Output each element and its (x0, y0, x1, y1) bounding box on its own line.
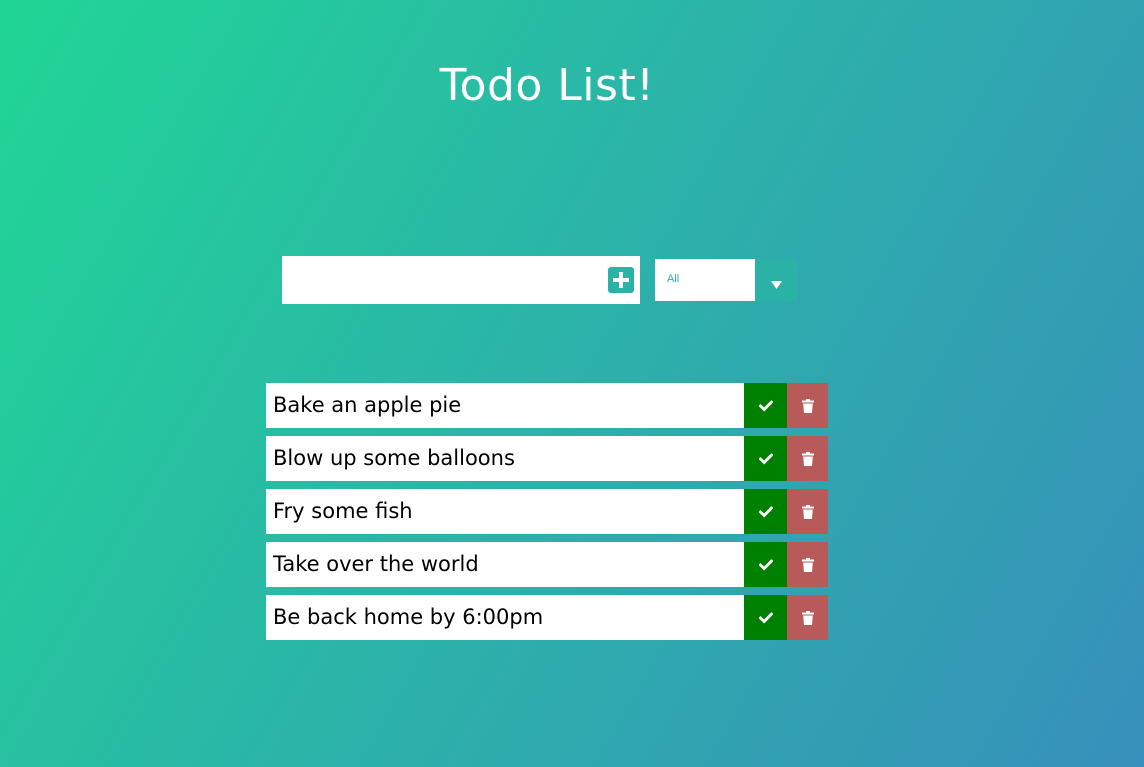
todo-item: Be back home by 6:00pm (266, 595, 828, 640)
delete-button[interactable] (787, 542, 828, 587)
filter-select[interactable]: All (655, 259, 798, 301)
todo-input[interactable] (282, 256, 592, 304)
delete-button[interactable] (787, 383, 828, 428)
todo-item: Blow up some balloons (266, 436, 828, 481)
todo-item: Bake an apple pie (266, 383, 828, 428)
complete-button[interactable] (744, 489, 787, 534)
todo-item: Fry some fish (266, 489, 828, 534)
check-icon (758, 453, 773, 464)
trash-icon (801, 451, 814, 466)
todo-text: Bake an apple pie (273, 393, 462, 417)
plus-square-icon (613, 272, 629, 288)
caret-down-icon (771, 281, 782, 289)
add-todo-form (282, 256, 640, 304)
filter-selected-value: All (667, 273, 680, 285)
complete-button[interactable] (744, 595, 787, 640)
todo-text: Be back home by 6:00pm (273, 605, 544, 629)
todo-text: Take over the world (273, 552, 479, 576)
add-todo-button[interactable] (608, 267, 634, 293)
filter-dropdown-toggle[interactable] (755, 259, 798, 301)
delete-button[interactable] (787, 489, 828, 534)
complete-button[interactable] (744, 542, 787, 587)
trash-icon (801, 504, 814, 519)
delete-button[interactable] (787, 436, 828, 481)
todo-item: Take over the world (266, 542, 828, 587)
delete-button[interactable] (787, 595, 828, 640)
check-icon (758, 559, 773, 570)
todo-text: Fry some fish (273, 499, 413, 523)
check-icon (758, 400, 773, 411)
todo-text: Blow up some balloons (273, 446, 515, 470)
check-icon (758, 612, 773, 623)
page-title: Todo List! (439, 60, 655, 111)
complete-button[interactable] (744, 436, 787, 481)
complete-button[interactable] (744, 383, 787, 428)
trash-icon (801, 398, 814, 413)
todo-list: Bake an apple pie Blow up some balloons (266, 383, 828, 648)
trash-icon (801, 557, 814, 572)
trash-icon (801, 610, 814, 625)
check-icon (758, 506, 773, 517)
